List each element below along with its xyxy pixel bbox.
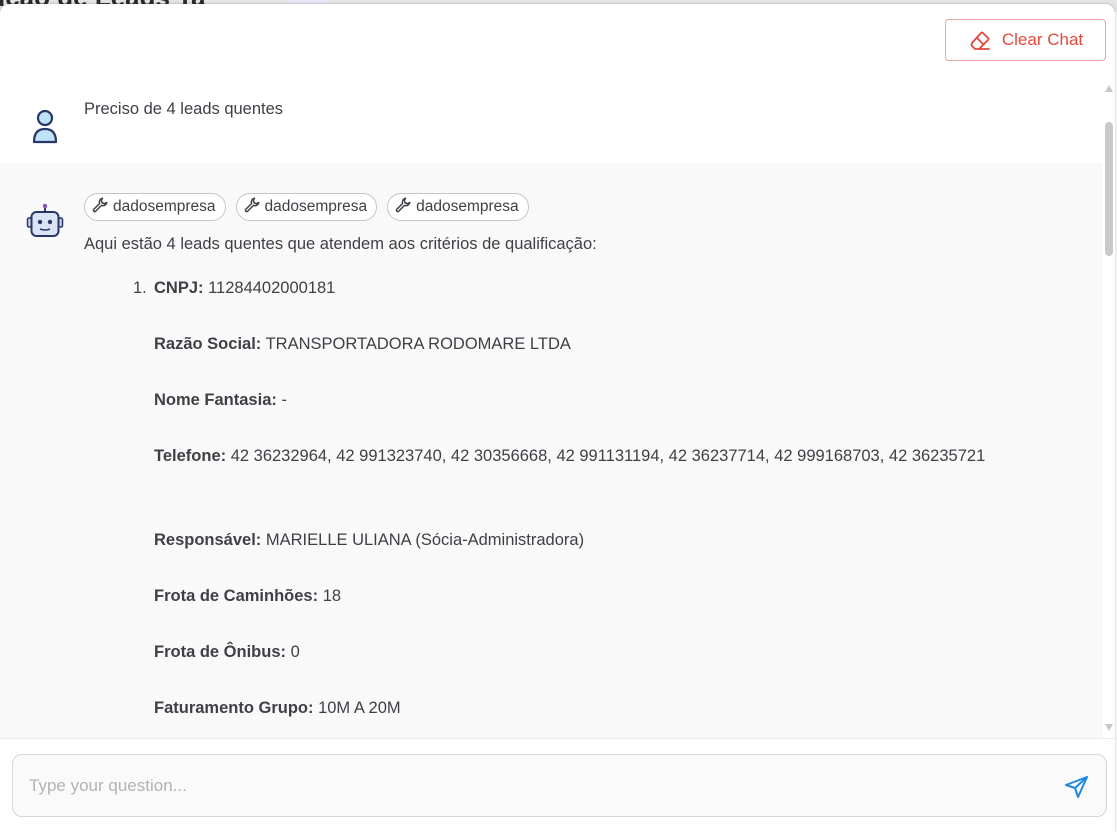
question-input-box [12, 754, 1107, 817]
user-icon [26, 108, 66, 148]
lead-frota-caminhoes: Frota de Caminhões: 18 [154, 582, 1024, 610]
scroll-down-arrow-icon[interactable] [1105, 724, 1113, 731]
tool-call-chip[interactable]: dadosempresa [84, 193, 226, 221]
send-icon[interactable] [1064, 774, 1090, 800]
responsavel-label: Responsável: [154, 531, 262, 549]
message-list: Preciso de 4 leads quentes dadosempresa … [0, 74, 1103, 738]
razao-social-value: TRANSPORTADORA RODOMARE LTDA [261, 335, 571, 353]
tool-call-chip[interactable]: dadosempresa [235, 193, 378, 221]
user-message: Preciso de 4 leads quentes [0, 74, 1103, 163]
tool-call-list: dadosempresa dadosempresa dadosempresa [84, 193, 529, 221]
clear-chat-button[interactable]: Clear Chat [945, 19, 1106, 61]
assistant-intro-text: Aqui estão 4 leads quentes que atendem a… [84, 235, 597, 253]
user-message-text: Preciso de 4 leads quentes [84, 100, 284, 118]
tool-call-chip[interactable]: dadosempresa [387, 193, 529, 221]
lead-nome-fantasia: Nome Fantasia: - [154, 386, 1024, 414]
nome-fantasia-value: - [276, 391, 287, 409]
assistant-message: dadosempresa dadosempresa dadosempresa A… [0, 163, 1103, 738]
razao-social-label: Razão Social: [154, 335, 262, 353]
cnpj-label: CNPJ: [154, 279, 204, 297]
question-input[interactable] [13, 755, 1043, 816]
wrench-icon [91, 196, 109, 219]
lead-faturamento-grupo: Faturamento Grupo: 10M A 20M [154, 694, 1024, 722]
telefone-value: 42 36232964, 42 991323740, 42 30356668, … [226, 447, 986, 465]
clear-chat-label: Clear Chat [1001, 30, 1084, 49]
scrollbar-thumb[interactable] [1105, 122, 1113, 256]
wrench-icon [243, 196, 261, 219]
faturamento-grupo-label: Faturamento Grupo: [154, 699, 314, 717]
lead-telefone: Telefone: 42 36232964, 42 991323740, 42 … [154, 442, 1024, 470]
frota-caminhoes-value: 18 [318, 587, 342, 605]
lead-cnpj: CNPJ: 11284402000181 [154, 274, 1024, 302]
eraser-icon [968, 28, 992, 52]
frota-onibus-label: Frota de Ônibus: [154, 643, 286, 661]
tool-call-label: dadosempresa [416, 198, 519, 215]
frota-caminhoes-label: Frota de Caminhões: [154, 587, 319, 605]
input-divider [0, 738, 1115, 739]
frota-onibus-value: 0 [286, 643, 300, 661]
scroll-up-arrow-icon[interactable] [1105, 85, 1113, 92]
nome-fantasia-label: Nome Fantasia: [154, 391, 277, 409]
chat-panel: Clear Chat Preciso de 4 leads quentes da… [0, 4, 1115, 832]
telefone-label: Telefone: [154, 447, 227, 465]
cnpj-value: 11284402000181 [203, 279, 336, 297]
lead-frota-onibus: Frota de Ônibus: 0 [154, 638, 1024, 666]
chat-scrollbar[interactable] [1103, 74, 1115, 738]
faturamento-grupo-value: 10M A 20M [313, 699, 401, 717]
wrench-icon [394, 196, 412, 219]
robot-icon [26, 203, 66, 243]
tool-call-label: dadosempresa [264, 198, 368, 215]
tool-call-label: dadosempresa [113, 198, 216, 215]
lead-responsavel: Responsável: MARIELLE ULIANA (Sócia-Admi… [154, 526, 1024, 554]
lead-razao-social: Razão Social: TRANSPORTADORA RODOMARE LT… [154, 330, 1024, 358]
responsavel-value: MARIELLE ULIANA (Sócia-Administradora) [261, 531, 585, 549]
